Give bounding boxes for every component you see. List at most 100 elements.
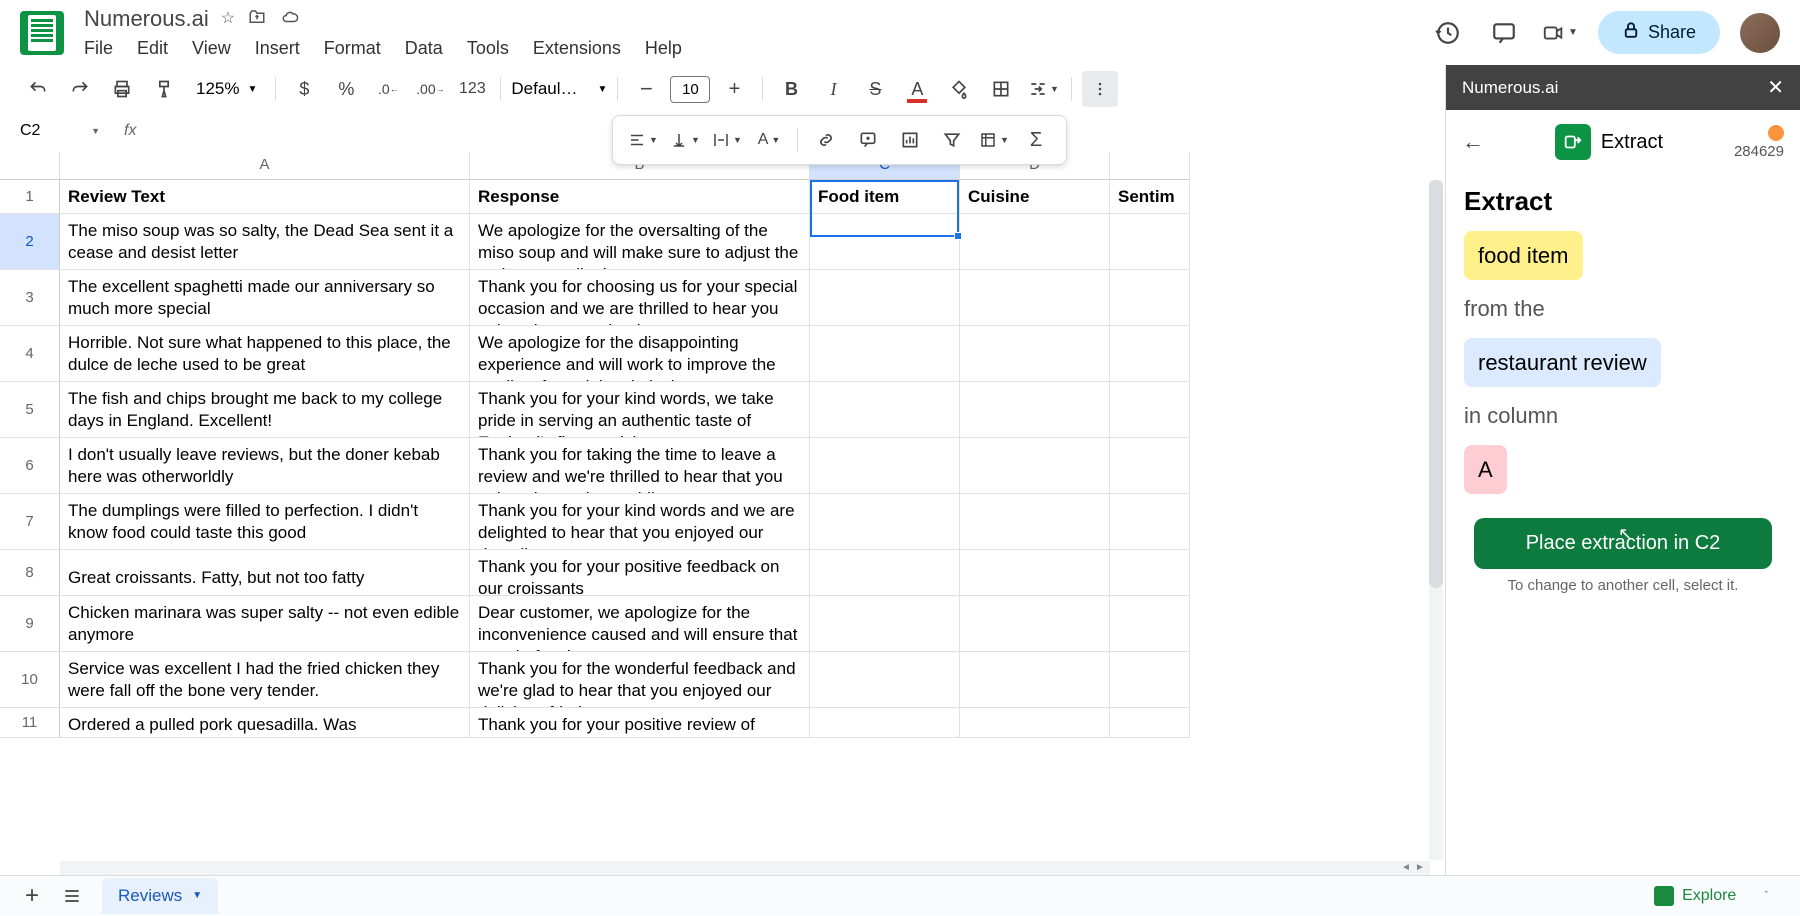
percent-button[interactable]: % [328,71,364,107]
cell[interactable] [810,494,960,549]
link-button[interactable] [808,122,844,158]
row-header[interactable]: 11 [0,708,60,737]
cell[interactable] [810,214,960,269]
cell[interactable]: Cuisine [960,180,1110,213]
borders-button[interactable] [983,71,1019,107]
more-button[interactable] [1082,71,1118,107]
cell[interactable] [810,438,960,493]
row-header[interactable]: 10 [0,652,60,707]
cell[interactable] [960,270,1110,325]
cell[interactable] [810,596,960,651]
cell[interactable]: Thank you for your kind words, we take p… [470,382,810,437]
spreadsheet-grid[interactable]: A B C D 1 Review Text Response Food item… [0,152,1190,875]
col-header-e[interactable] [1110,152,1190,180]
row-header[interactable]: 1 [0,180,60,213]
cell[interactable] [1110,214,1190,269]
star-icon[interactable]: ☆ [221,8,235,31]
cell[interactable]: Dear customer, we apologize for the inco… [470,596,810,651]
chart-button[interactable] [892,122,928,158]
cell[interactable] [1110,270,1190,325]
scroll-left-icon[interactable]: ◄ [1400,862,1412,874]
cell[interactable] [810,652,960,707]
sheets-logo[interactable] [20,11,64,55]
menu-view[interactable]: View [192,38,231,59]
cell[interactable] [960,708,1110,737]
column-tag[interactable]: A [1464,445,1507,494]
menu-tools[interactable]: Tools [467,38,509,59]
sheet-tab-reviews[interactable]: Reviews ▼ [102,878,218,914]
row-header[interactable]: 3 [0,270,60,325]
cell[interactable] [810,382,960,437]
cell[interactable]: The dumplings were filled to perfection.… [60,494,470,549]
share-button[interactable]: Share [1598,11,1720,54]
filter-views-button[interactable]: ▼ [976,122,1012,158]
decrease-decimal-button[interactable]: .0← [370,71,406,107]
bold-button[interactable]: B [773,71,809,107]
row-header[interactable]: 5 [0,382,60,437]
cell[interactable] [1110,708,1190,737]
vertical-scrollbar[interactable] [1429,180,1443,860]
meet-icon[interactable]: ▼ [1542,15,1578,51]
font-size-input[interactable]: 10 [670,76,710,103]
halign-button[interactable]: ▼ [625,122,661,158]
cell[interactable] [1110,652,1190,707]
cell[interactable]: The miso soup was so salty, the Dead Sea… [60,214,470,269]
menu-format[interactable]: Format [324,38,381,59]
cell[interactable]: Thank you for your positive feedback on … [470,550,810,595]
cell[interactable]: Thank you for taking the time to leave a… [470,438,810,493]
doc-title[interactable]: Numerous.ai [84,6,209,32]
cell[interactable]: The fish and chips brought me back to my… [60,382,470,437]
row-header[interactable]: 7 [0,494,60,549]
cell[interactable] [810,550,960,595]
cell[interactable]: Horrible. Not sure what happened to this… [60,326,470,381]
cell[interactable] [810,270,960,325]
strikethrough-button[interactable]: S [857,71,893,107]
row-header[interactable]: 6 [0,438,60,493]
cell[interactable] [1110,438,1190,493]
cell[interactable] [1110,494,1190,549]
cell[interactable] [1110,326,1190,381]
valign-button[interactable]: ▼ [667,122,703,158]
cell[interactable]: Response [470,180,810,213]
scroll-right-icon[interactable]: ► [1414,862,1426,874]
paint-format-button[interactable] [146,71,182,107]
print-button[interactable] [104,71,140,107]
cell[interactable]: Great croissants. Fatty, but not too fat… [60,550,470,595]
wrap-button[interactable]: ▼ [709,122,745,158]
currency-button[interactable]: $ [286,71,322,107]
redo-button[interactable] [62,71,98,107]
cell[interactable] [1110,596,1190,651]
cell[interactable] [960,596,1110,651]
merge-button[interactable]: ▼ [1025,71,1061,107]
format-number-button[interactable]: 123 [454,71,490,107]
move-icon[interactable] [247,8,267,31]
cell[interactable] [1110,550,1190,595]
cell[interactable]: Review Text [60,180,470,213]
row-header[interactable]: 9 [0,596,60,651]
source-type-tag[interactable]: restaurant review [1464,338,1661,387]
comment-button[interactable] [850,122,886,158]
cell[interactable]: Ordered a pulled pork quesadilla. Was [60,708,470,737]
cell[interactable] [960,494,1110,549]
horizontal-scrollbar[interactable]: ◄ ► [60,861,1430,875]
cell[interactable]: Thank you for choosing us for your speci… [470,270,810,325]
rotate-button[interactable]: A▼ [751,122,787,158]
cell[interactable]: Thank you for your kind words and we are… [470,494,810,549]
name-box[interactable]: C2 ▼ [10,122,110,140]
text-color-button[interactable]: A [899,71,935,107]
user-avatar[interactable] [1740,13,1780,53]
cell[interactable]: Service was excellent I had the fried ch… [60,652,470,707]
cell[interactable] [960,382,1110,437]
functions-button[interactable]: Σ [1018,122,1054,158]
font-size-increase[interactable]: + [716,71,752,107]
comments-icon[interactable] [1486,15,1522,51]
row-header[interactable]: 2 [0,214,60,269]
select-all-corner[interactable] [0,152,60,180]
increase-decimal-button[interactable]: .00→ [412,71,448,107]
cloud-status-icon[interactable] [279,8,301,31]
menu-data[interactable]: Data [405,38,443,59]
italic-button[interactable]: I [815,71,851,107]
cell[interactable] [1110,382,1190,437]
row-header[interactable]: 8 [0,550,60,595]
fill-color-button[interactable] [941,71,977,107]
